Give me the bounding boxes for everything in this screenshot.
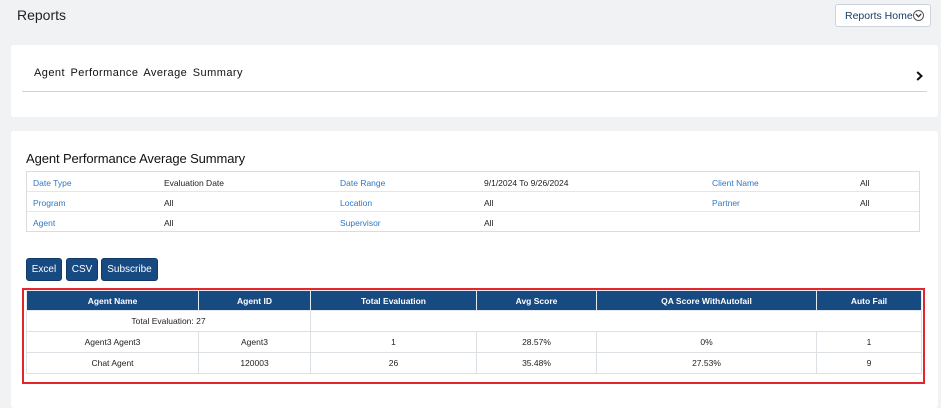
chevron-right-icon[interactable]: [916, 68, 923, 86]
filter-label: Supervisor: [340, 218, 381, 228]
chevron-down-icon: [913, 10, 924, 21]
filter-value: All: [164, 198, 174, 208]
filter-value: All: [484, 198, 494, 208]
filter-label: Program: [33, 198, 66, 208]
filter-value: All: [860, 198, 870, 208]
divider: [22, 91, 927, 92]
report-selector-card[interactable]: Agent Performance Average Summary: [11, 45, 938, 117]
page-title: Reports: [17, 7, 67, 23]
filter-label: Location: [340, 198, 373, 208]
subscribe-button[interactable]: Subscribe: [101, 258, 158, 281]
filter-value: All: [860, 178, 870, 188]
filter-label: Date Type: [33, 178, 72, 188]
filter-label: Date Range: [340, 178, 386, 188]
report-selector-title: Agent Performance Average Summary: [34, 67, 243, 79]
filter-value: Evaluation Date: [164, 178, 225, 188]
filter-row: Agent All Supervisor All: [27, 212, 919, 232]
filter-value: All: [484, 218, 494, 228]
filter-label: Client Name: [712, 178, 759, 188]
filter-label: Partner: [712, 198, 740, 208]
report-card: Agent Performance Average Summary Date T…: [11, 131, 938, 408]
export-csv-button[interactable]: CSV: [66, 258, 98, 281]
filter-summary: Date Type Evaluation Date Date Range 9/1…: [26, 171, 920, 232]
reports-home-label: Reports Home: [845, 9, 913, 22]
highlight-box: [22, 288, 925, 384]
filter-value: All: [164, 218, 174, 228]
filter-value: 9/1/2024 To 9/26/2024: [484, 178, 569, 188]
report-title: Agent Performance Average Summary: [26, 151, 246, 166]
export-excel-button[interactable]: Excel: [26, 258, 62, 281]
top-bar: Reports Reports Home: [0, 0, 941, 34]
filter-label: Agent: [33, 218, 56, 228]
filter-row: Date Type Evaluation Date Date Range 9/1…: [27, 172, 919, 192]
reports-home-button[interactable]: Reports Home: [835, 4, 931, 27]
filter-row: Program All Location All Partner All: [27, 192, 919, 212]
